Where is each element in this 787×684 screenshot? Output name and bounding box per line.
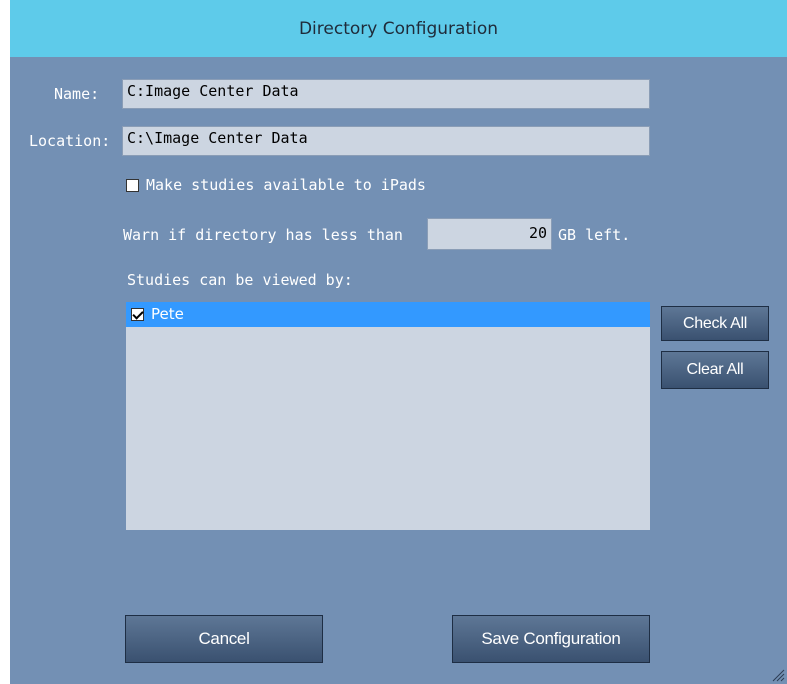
window-title: Directory Configuration (298, 18, 499, 39)
viewer-name: Pete (151, 305, 184, 323)
viewer-checkbox[interactable] (131, 308, 144, 321)
name-label: Name: (54, 85, 100, 103)
location-label: Location: (29, 132, 111, 150)
warn-unit-label: GB left. (558, 226, 631, 244)
ipads-checkbox[interactable] (126, 179, 139, 192)
viewers-list[interactable]: Pete (126, 302, 650, 530)
location-field[interactable]: C:\Image Center Data (122, 126, 650, 156)
save-configuration-button[interactable]: Save Configuration (452, 615, 650, 663)
warn-label: Warn if directory has less than (123, 226, 403, 244)
viewers-label: Studies can be viewed by: (127, 271, 353, 289)
list-item[interactable]: Pete (126, 302, 650, 327)
cancel-button[interactable]: Cancel (125, 615, 323, 663)
warn-threshold-input[interactable]: 20 (427, 218, 552, 250)
check-all-button[interactable]: Check All (661, 306, 769, 341)
resize-grip-icon[interactable] (771, 668, 785, 682)
ipads-label[interactable]: Make studies available to iPads (146, 176, 426, 194)
title-bar[interactable]: Directory Configuration (10, 0, 787, 57)
clear-all-button[interactable]: Clear All (661, 351, 769, 389)
name-field[interactable]: C:Image Center Data (122, 79, 650, 109)
directory-configuration-window: Directory Configuration Name: C:Image Ce… (10, 0, 787, 684)
